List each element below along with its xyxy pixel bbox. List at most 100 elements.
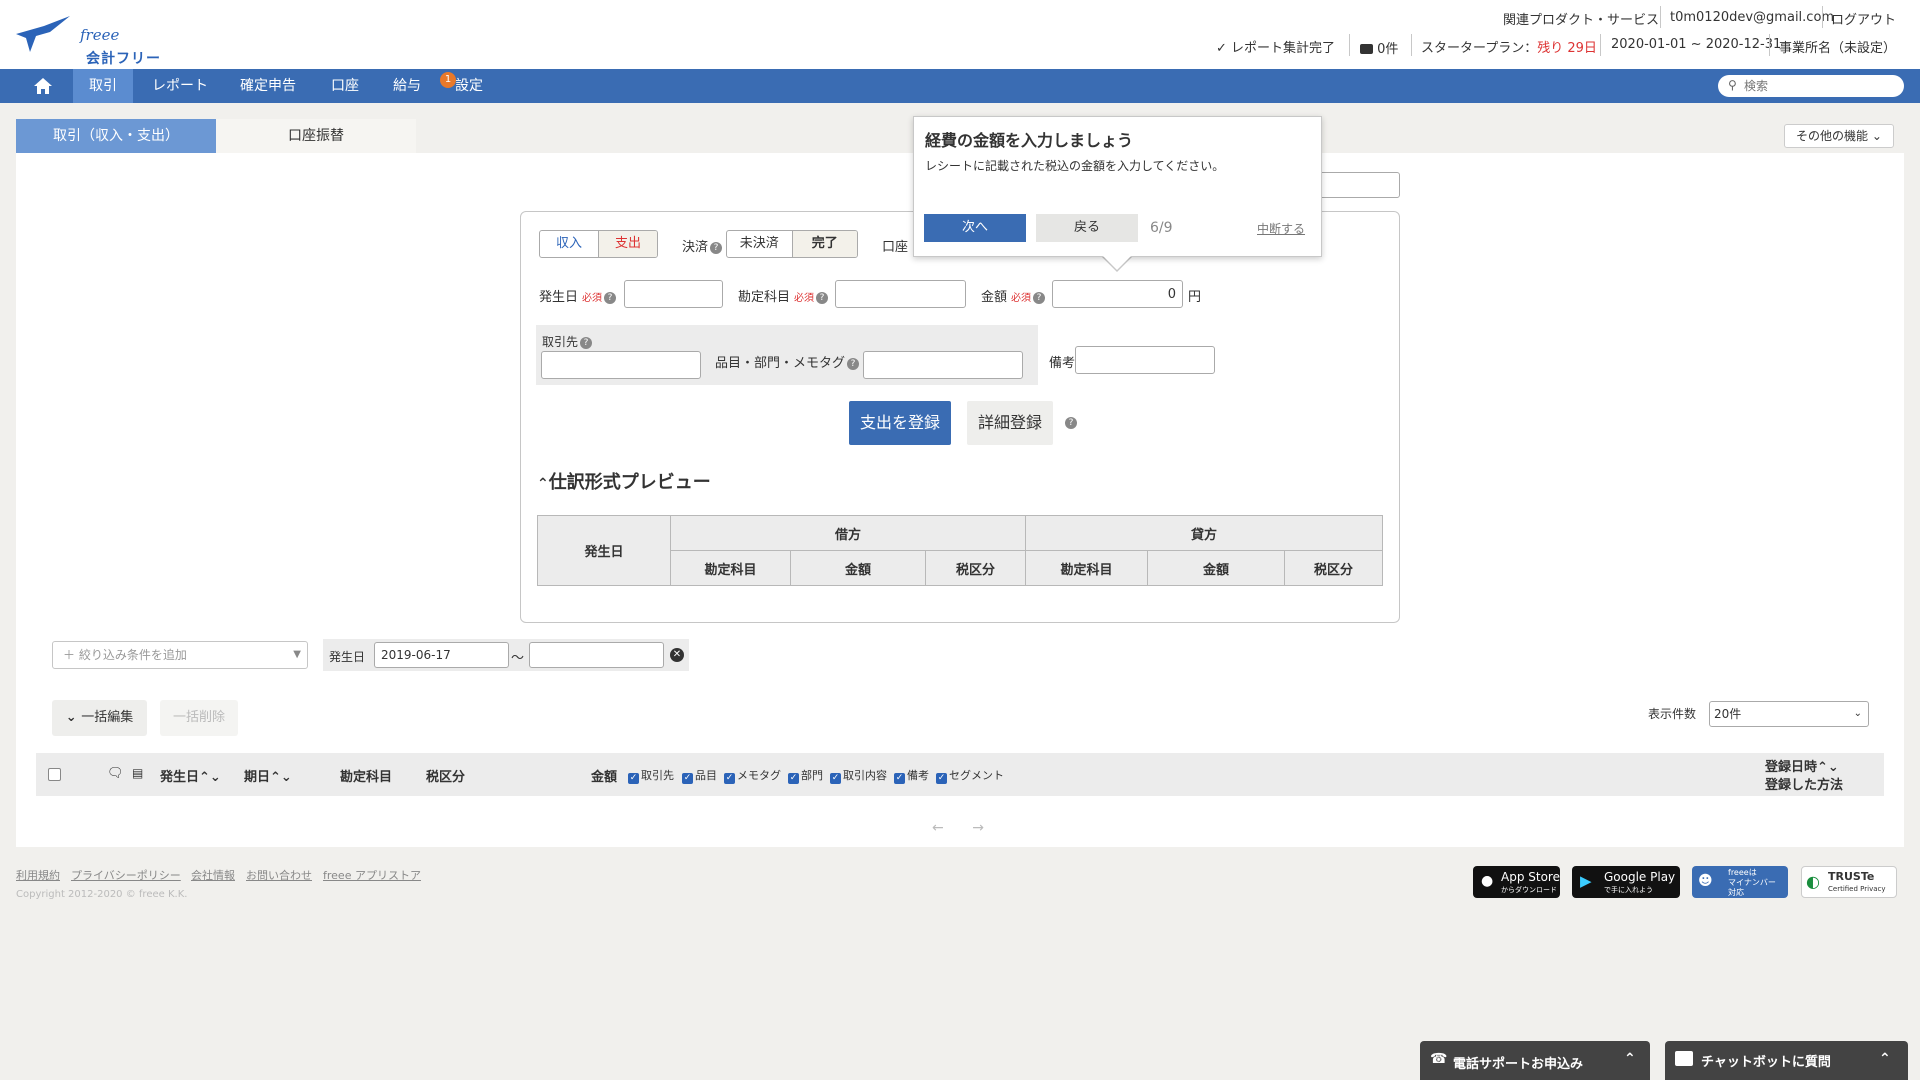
footer-link-privacy[interactable]: プライバシーポリシー	[71, 867, 181, 883]
toggle-segment[interactable]: ✓ セグメント	[936, 767, 1004, 784]
user-email[interactable]: t0m0120dev@gmail.com	[1670, 10, 1834, 25]
nav-transactions[interactable]: 取引	[73, 69, 133, 103]
partner-input[interactable]	[541, 351, 701, 379]
phone-icon: ☎	[1430, 1051, 1448, 1067]
type-expense-option[interactable]: 支出	[599, 231, 657, 257]
phone-support-bar[interactable]: ☎ 電話サポートお申込み ⌃	[1420, 1041, 1650, 1080]
tab-transactions[interactable]: 取引（収入・支出）	[16, 119, 216, 153]
other-functions-dropdown[interactable]: その他の機能 ⌄	[1784, 124, 1894, 148]
nav-payroll[interactable]: 給与	[382, 69, 432, 103]
search-input[interactable]	[1744, 77, 1894, 95]
toggle-department[interactable]: ✓ 部門	[788, 767, 823, 784]
memo-input[interactable]	[1075, 346, 1215, 374]
logout-link[interactable]: ログアウト	[1831, 9, 1896, 28]
settlement-toggle: 未決済 完了	[726, 230, 858, 258]
nav-accounts[interactable]: 口座	[320, 69, 370, 103]
toggle-description[interactable]: ✓ 取引内容	[830, 767, 887, 784]
chevron-down-icon: ⌄	[65, 710, 82, 725]
detail-register-button[interactable]: 詳細登録	[967, 401, 1053, 445]
nav-home[interactable]	[20, 69, 66, 103]
toggle-label: セグメント	[949, 769, 1004, 782]
col-debit-amount: 金額	[790, 550, 926, 586]
mynumber-badge[interactable]: ☻ freeeは マイナンバー 対応	[1692, 866, 1788, 898]
truste-icon: ◐	[1806, 872, 1820, 891]
footer-link-contact[interactable]: お問い合わせ	[246, 867, 312, 883]
document-icon: ▤	[132, 766, 144, 780]
footer-link-company[interactable]: 会社情報	[191, 867, 235, 883]
type-income-option[interactable]: 収入	[540, 231, 599, 257]
popover-back-button[interactable]: 戻る	[1036, 214, 1138, 242]
check-icon: ✓	[724, 773, 735, 784]
item-input[interactable]	[863, 351, 1023, 379]
hidden-field[interactable]	[1318, 172, 1400, 198]
memo-label: 備考	[1049, 356, 1076, 371]
help-icon[interactable]: ?	[847, 357, 860, 370]
related-products-link[interactable]: 関連プロダクト・サービス	[1503, 9, 1659, 28]
fiscal-period[interactable]: 2020-01-01 ~ 2020-12-31	[1611, 37, 1781, 52]
chat-icon	[1675, 1051, 1693, 1066]
office-name[interactable]: 事業所名（未設定）	[1779, 37, 1896, 56]
sort-due[interactable]: 期日⌃⌄	[244, 766, 292, 785]
bulk-delete-button[interactable]: 一括削除	[160, 700, 238, 736]
col-registered-by: 登録した方法	[1765, 778, 1844, 793]
sort-registered-at[interactable]: 登録日時⌃⌄	[1765, 756, 1839, 775]
help-icon[interactable]: ?	[580, 336, 593, 349]
toggle-item[interactable]: ✓ 品目	[682, 767, 717, 784]
report-status-text: レポート集計完了	[1231, 41, 1336, 56]
date-to-input[interactable]	[529, 642, 664, 668]
chatbot-bar[interactable]: チャットボットに質問 ⌃	[1665, 1041, 1908, 1080]
nav-tax-return[interactable]: 確定申告	[230, 69, 306, 103]
caret-down-icon: ▼	[293, 649, 301, 660]
toggle-label: メモタグ	[737, 769, 781, 782]
top-header: freee 会計フリー 関連プロダクト・サービス t0m0120dev@gmai…	[0, 0, 1920, 69]
amount-label: 金額 必須?	[981, 286, 1046, 305]
amount-input[interactable]	[1052, 280, 1183, 308]
sort-date[interactable]: 発生日⌃⌄	[160, 766, 221, 785]
next-page-icon[interactable]: →	[972, 820, 984, 836]
footer-link-appstore[interactable]: freee アプリストア	[323, 867, 421, 883]
bulk-edit-button[interactable]: ⌄ 一括編集	[52, 700, 147, 736]
search-box[interactable]: ⚲	[1718, 75, 1904, 97]
journal-preview-toggle[interactable]: ⌃仕訳形式プレビュー	[537, 468, 711, 494]
popover-next-button[interactable]: 次へ	[924, 214, 1026, 242]
per-page-select[interactable]: 20件 ⌄	[1709, 701, 1869, 727]
phone-support-label: 電話サポートお申込み	[1453, 1057, 1584, 1072]
help-icon[interactable]: ?	[710, 241, 723, 254]
toggle-memo-tag[interactable]: ✓ メモタグ	[724, 767, 781, 784]
freee-logo[interactable]: freee 会計フリー	[14, 12, 164, 67]
footer-link-terms[interactable]: 利用規約	[16, 867, 60, 883]
app-store-badge[interactable]: ● App Store からダウンロード	[1473, 866, 1560, 898]
date-input[interactable]	[624, 280, 723, 308]
toggle-remarks[interactable]: ✓ 備考	[894, 767, 929, 784]
popover-abort-link[interactable]: 中断する	[1257, 220, 1305, 237]
sort-icon: ⌃⌄	[1817, 760, 1839, 775]
yen-unit: 円	[1188, 290, 1202, 305]
select-all-checkbox[interactable]	[48, 768, 61, 781]
help-icon[interactable]: ?	[816, 291, 829, 304]
register-expense-button[interactable]: 支出を登録	[849, 401, 951, 445]
prev-page-icon[interactable]: ←	[932, 820, 944, 836]
tab-account-transfer[interactable]: 口座振替	[216, 119, 416, 153]
copyright: Copyright 2012-2020 © freee K.K.	[16, 889, 188, 900]
help-icon[interactable]: ?	[1033, 291, 1046, 304]
settlement-settled-option[interactable]: 完了	[792, 231, 857, 257]
account-label: 口座	[882, 240, 909, 255]
nav-reports[interactable]: レポート	[142, 69, 218, 103]
add-filter-dropdown[interactable]: ＋ 絞り込み条件を追加 ▼	[52, 641, 308, 669]
plan-info[interactable]: スタータープラン：残り 29日	[1421, 37, 1597, 56]
divider	[1769, 34, 1770, 56]
account-item-input[interactable]	[835, 280, 966, 308]
truste-badge[interactable]: ◐ TRUSTe Certified Privacy	[1801, 866, 1897, 898]
help-icon[interactable]: ?	[604, 291, 617, 304]
messages-link[interactable]: 0件	[1360, 38, 1398, 57]
help-icon[interactable]: ?	[1065, 417, 1077, 429]
toggle-partner[interactable]: ✓ 取引先	[628, 767, 674, 784]
pagination: ← →	[932, 820, 984, 836]
plan-label: スタータープラン：	[1421, 41, 1538, 56]
mascot-icon: ☻	[1698, 873, 1713, 889]
google-play-badge[interactable]: ▶ Google Play で手に入れよう	[1572, 866, 1680, 898]
clear-icon[interactable]: ✕	[670, 648, 684, 662]
date-from-input[interactable]	[374, 642, 509, 668]
settlement-unsettled-option[interactable]: 未決済	[727, 231, 793, 257]
date-label-text: 発生日	[539, 290, 579, 305]
